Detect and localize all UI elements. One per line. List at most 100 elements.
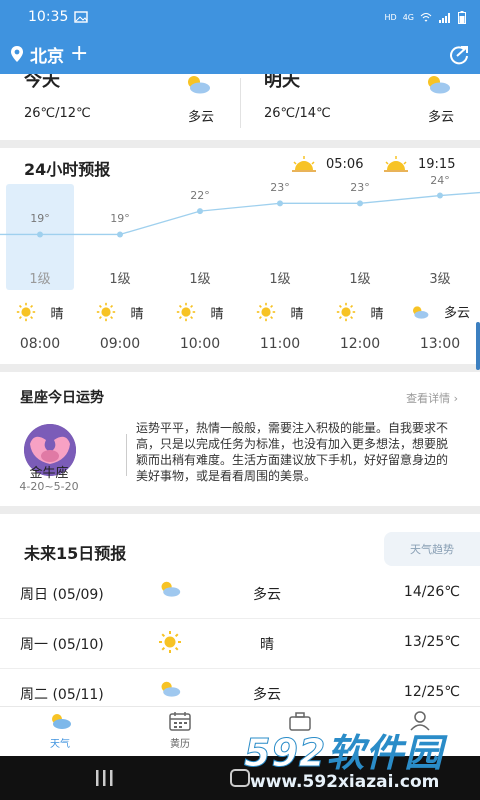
weather-trend-button[interactable]: 天气趋势 xyxy=(384,532,480,566)
hour-time: 09:00 xyxy=(99,336,141,352)
recent-apps-icon[interactable] xyxy=(94,770,114,786)
forecast-row[interactable]: 周二 (05/11) 多云 12/25℃ xyxy=(0,668,480,710)
hour-wind: 1级 xyxy=(269,272,291,287)
scrollbar[interactable] xyxy=(476,322,480,370)
cloud-sun-icon xyxy=(161,681,181,697)
sun-icon xyxy=(17,302,36,322)
tab-weather[interactable]: 天气 xyxy=(30,711,90,750)
wifi-icon xyxy=(420,13,432,22)
hour-column[interactable]: 23° 1级晴 12:00 xyxy=(320,148,400,364)
day-summary-card: 今天 26℃/12℃ 多云 明天 26℃/14℃ 多云 xyxy=(0,74,480,140)
hour-condition-label: 晴 xyxy=(210,306,224,322)
hour-column[interactable]: 23° 1级晴 11:00 xyxy=(240,148,320,364)
watermark-text: 软件园 xyxy=(326,731,444,775)
tab-label: 天气 xyxy=(50,739,70,750)
today-label: 今天 xyxy=(24,74,60,91)
divider xyxy=(126,434,127,476)
today-condition: 多云 xyxy=(187,110,214,125)
hour-time: 10:00 xyxy=(179,336,221,352)
horoscope-more-link[interactable]: 查看详情 › xyxy=(406,390,458,406)
hour-column[interactable]: 24° 3级多云 13:00 xyxy=(400,148,480,364)
sun-icon xyxy=(177,302,196,322)
cloud-sun-icon xyxy=(412,305,429,319)
hour-time: 12:00 xyxy=(339,336,381,352)
hour-column[interactable]: 19° 1级晴 08:00 xyxy=(0,148,80,364)
today-temp: 26℃/12℃ xyxy=(24,106,91,121)
hour-condition-label: 晴 xyxy=(290,306,304,322)
forecast-date: 周日 (05/09) xyxy=(20,587,104,603)
cloud-sun-icon xyxy=(161,581,181,597)
hour-column[interactable]: 19° 1级晴 09:00 xyxy=(80,148,160,364)
app-bar: 北京 + xyxy=(0,34,480,74)
today-summary[interactable]: 今天 26℃/12℃ 多云 xyxy=(0,74,240,140)
horoscope-card: 星座今日运势 查看详情 › 金牛座 4-20~5-20 运势平平，热情一般般，需… xyxy=(0,372,480,506)
watermark: 592软件园 www.592xiazai.com xyxy=(243,722,480,800)
forecast-icon xyxy=(158,580,182,601)
hour-wind: 3级 xyxy=(429,272,451,287)
city-name[interactable]: 北京 xyxy=(30,42,64,67)
hd-indicator: HD xyxy=(384,12,397,22)
signal-icon xyxy=(439,12,450,23)
hour-temp: 22° xyxy=(190,189,210,203)
sun-icon xyxy=(337,302,356,322)
hour-column[interactable]: 22° 1级晴 10:00 xyxy=(160,148,240,364)
hour-condition: 晴 xyxy=(240,302,320,322)
cloud-sun-icon xyxy=(428,76,450,94)
hour-time: 08:00 xyxy=(19,336,61,352)
hour-condition: 晴 xyxy=(160,302,240,322)
sun-icon xyxy=(97,302,116,322)
network-indicator: 4G xyxy=(402,12,414,22)
sun-icon xyxy=(257,302,276,322)
hour-wind: 1级 xyxy=(29,272,51,287)
hour-temp: 24° xyxy=(430,173,450,187)
calendar-tab-icon xyxy=(169,712,191,731)
hour-temp: 19° xyxy=(110,212,130,226)
hour-wind: 1级 xyxy=(109,272,131,287)
status-bar: 10:35 HD 4G xyxy=(0,0,480,34)
forecast-condition: 多云 xyxy=(253,587,281,603)
gallery-notification-icon xyxy=(74,11,89,23)
forecast-condition: 多云 xyxy=(253,687,281,703)
horoscope-title: 星座今日运势 xyxy=(20,390,104,406)
forecast-icon xyxy=(158,630,182,658)
hour-condition-label: 晴 xyxy=(370,306,384,322)
hour-wind: 1级 xyxy=(349,272,371,287)
add-city-button[interactable]: + xyxy=(70,43,88,65)
forecast-date: 周一 (05/10) xyxy=(20,637,104,653)
forecast-row[interactable]: 周日 (05/09) 多云 14/26℃ xyxy=(0,568,480,618)
sun-icon xyxy=(159,631,181,653)
tomorrow-summary[interactable]: 明天 26℃/14℃ 多云 xyxy=(240,74,480,140)
hour-condition: 晴 xyxy=(80,302,160,322)
watermark-number: 592 xyxy=(243,731,327,776)
forecast-temp: 12/25℃ xyxy=(403,684,460,700)
tab-label: 黄历 xyxy=(170,739,190,750)
hour-temp: 23° xyxy=(350,181,370,195)
sign-name: 金牛座 xyxy=(29,466,69,481)
hour-wind: 1级 xyxy=(189,272,211,287)
hour-time: 13:00 xyxy=(419,336,461,352)
hour-temp: 19° xyxy=(30,212,50,226)
hour-condition-label: 晴 xyxy=(130,306,144,322)
hour-condition-label: 多云 xyxy=(443,306,470,321)
hour-time: 11:00 xyxy=(259,336,301,352)
hour-temp: 23° xyxy=(270,181,290,195)
forecast-temp: 14/26℃ xyxy=(403,584,460,600)
horoscope-text: 运势平平，热情一般般，需要注入积极的能量。自我要求不高，只是以完成任务为标准，也… xyxy=(136,421,449,483)
forecast-card: 未来15日预报 天气趋势 周日 (05/09) 多云 14/26℃ 周一 (05/10… xyxy=(0,514,480,710)
forecast-icon xyxy=(158,680,182,701)
watermark-url: www.592xiazai.com xyxy=(250,772,440,792)
tab-almanac[interactable]: 黄历 xyxy=(150,711,210,750)
share-refresh-icon[interactable] xyxy=(448,43,470,65)
hour-condition: 多云 xyxy=(400,302,480,321)
location-pin-icon[interactable] xyxy=(10,45,24,63)
tomorrow-temp: 26℃/14℃ xyxy=(264,106,331,121)
more-label: 查看详情 xyxy=(406,392,451,405)
forecast-row[interactable]: 周一 (05/10) 晴 13/25℃ xyxy=(0,618,480,668)
hour-condition-label: 晴 xyxy=(50,306,64,322)
sign-dates: 4-20~5-20 xyxy=(19,480,79,493)
hourly-forecast-card: 24小时预报 05:06 19:15 19° 1级晴 08:00 19° 1级晴 09:0… xyxy=(0,148,480,364)
cloud-sun-icon xyxy=(188,76,210,94)
weather-tab-icon xyxy=(52,714,71,729)
battery-icon xyxy=(458,10,466,24)
status-time: 10:35 xyxy=(28,9,69,25)
